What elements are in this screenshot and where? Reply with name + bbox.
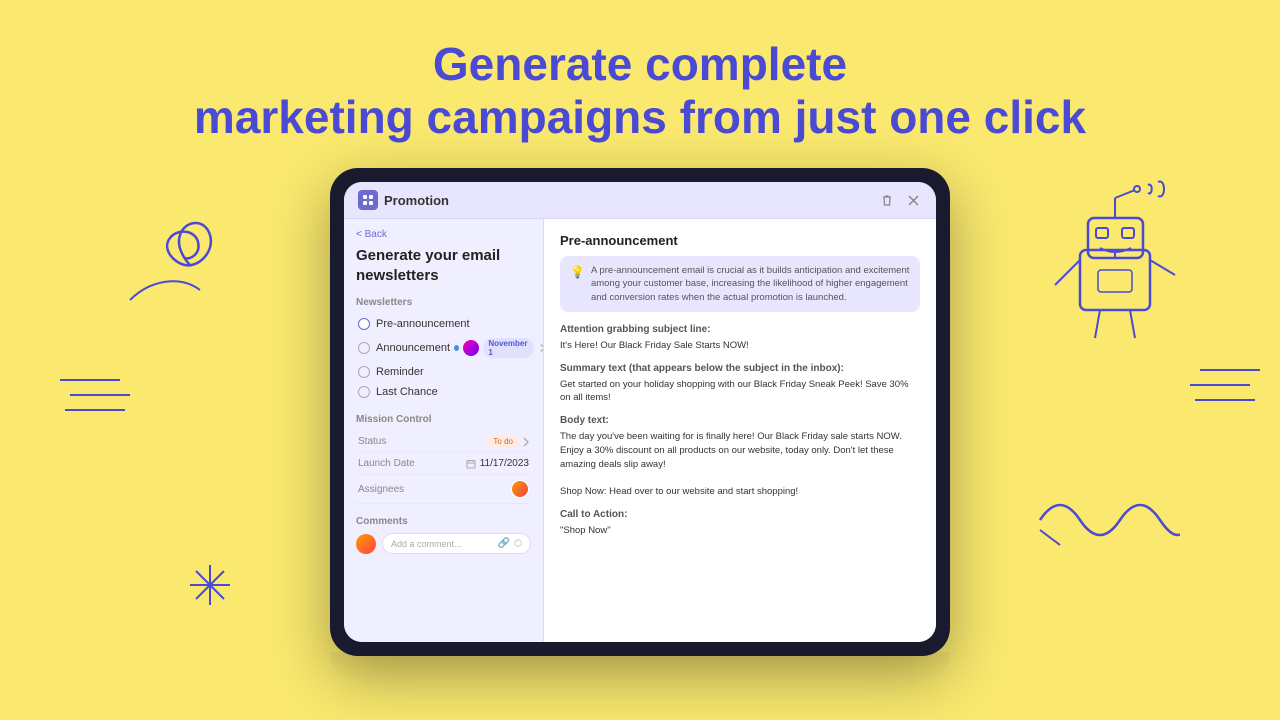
comments-label: Comments	[356, 516, 531, 527]
left-panel: < Back Generate your email newsletters N…	[344, 219, 544, 642]
field-label-3: Call to Action:	[560, 509, 920, 520]
doodle-star	[185, 560, 235, 615]
mission-control-section: Mission Control Status To do Launch Date	[356, 414, 531, 504]
field-label-0: Attention grabbing subject line:	[560, 324, 920, 335]
comment-placeholder: Add a comment...	[391, 539, 462, 549]
tablet-reflection	[330, 652, 950, 682]
right-panel: Pre-announcement 💡 A pre-announcement em…	[544, 219, 936, 642]
info-box: 💡 A pre-announcement email is crucial as…	[560, 256, 920, 312]
mission-row-status: Status To do	[356, 431, 531, 453]
field-value-2: The day you've been waiting for is final…	[560, 430, 920, 499]
app-header: Promotion	[344, 182, 936, 219]
app-header-left: Promotion	[358, 190, 449, 210]
comment-input-row: Add a comment... 🔗 ⬡	[356, 533, 531, 554]
newsletter-name-last-chance: Last Chance	[376, 386, 438, 398]
mission-row-launch-date: Launch Date 11/17/2023	[356, 453, 531, 475]
status-label: Status	[358, 436, 386, 447]
tablet-frame: Promotion	[330, 168, 950, 682]
hero-title-line2: marketing campaigns from just one click	[0, 91, 1280, 144]
comments-section: Comments Add a comment... 🔗 ⬡	[356, 516, 531, 554]
dot-badge	[454, 345, 459, 351]
field-cta: Call to Action: "Shop Now"	[560, 509, 920, 538]
status-value[interactable]: To do	[487, 436, 529, 447]
radio-announcement[interactable]	[358, 342, 370, 354]
doodle-spiral	[120, 200, 260, 335]
back-link[interactable]: < Back	[356, 229, 531, 240]
newsletter-name-announcement: Announcement	[376, 342, 450, 354]
assignee-avatar	[511, 480, 529, 498]
launch-date-text: 11/17/2023	[480, 458, 529, 469]
comment-input-field[interactable]: Add a comment... 🔗 ⬡	[382, 533, 531, 554]
app-body: < Back Generate your email newsletters N…	[344, 219, 936, 642]
field-subject-line: Attention grabbing subject line: It's He…	[560, 324, 920, 353]
launch-date-value: 11/17/2023	[466, 458, 529, 469]
avatar-announcement	[463, 340, 479, 356]
field-value-1: Get started on your holiday shopping wit…	[560, 378, 920, 406]
mission-section-label: Mission Control	[356, 414, 531, 425]
hero-section: Generate complete marketing campaigns fr…	[0, 0, 1280, 144]
doodle-right-lines	[1180, 360, 1260, 425]
mission-row-assignees: Assignees	[356, 475, 531, 504]
announcement-row: Announcement November 1	[376, 338, 544, 358]
todo-badge: To do	[487, 436, 519, 447]
right-panel-title: Pre-announcement	[560, 233, 920, 248]
date-tag: November 1	[483, 338, 534, 358]
comment-actions: 🔗 ⬡	[498, 538, 522, 549]
close-icon[interactable]	[904, 191, 922, 209]
newsletters-section-label: Newsletters	[356, 297, 531, 308]
field-label-2: Body text:	[560, 415, 920, 426]
radio-last-chance[interactable]	[358, 386, 370, 398]
header-actions	[878, 191, 922, 209]
radio-pre-announcement[interactable]	[358, 318, 370, 330]
mention-icon[interactable]: ⬡	[514, 538, 522, 549]
doodle-robot	[1040, 180, 1200, 365]
link-icon[interactable]: 🔗	[498, 538, 510, 549]
radio-reminder[interactable]	[358, 366, 370, 378]
newsletter-item-reminder[interactable]: Reminder	[356, 362, 531, 382]
newsletter-name-reminder: Reminder	[376, 366, 424, 378]
field-label-1: Summary text (that appears below the sub…	[560, 363, 920, 374]
newsletter-item-pre-announcement[interactable]: Pre-announcement	[356, 314, 531, 334]
app-logo	[358, 190, 378, 210]
app-title: Promotion	[384, 193, 449, 208]
doodle-left-lines	[60, 370, 140, 435]
info-icon: 💡	[570, 265, 585, 304]
field-value-3: "Shop Now"	[560, 524, 920, 538]
info-text: A pre-announcement email is crucial as i…	[591, 264, 910, 304]
trash-icon[interactable]	[878, 191, 896, 209]
field-body-text: Body text: The day you've been waiting f…	[560, 415, 920, 499]
hero-title-line1: Generate complete	[0, 38, 1280, 91]
newsletter-item-last-chance[interactable]: Last Chance	[356, 382, 531, 402]
assignees-value	[511, 480, 529, 498]
launch-date-label: Launch Date	[358, 458, 415, 469]
field-summary-text: Summary text (that appears below the sub…	[560, 363, 920, 406]
doodle-wave	[1030, 480, 1180, 565]
newsletter-name-pre-announcement: Pre-announcement	[376, 318, 470, 330]
commenter-avatar	[356, 534, 376, 554]
panel-title: Generate your email newsletters	[356, 246, 531, 285]
field-value-0: It's Here! Our Black Friday Sale Starts …	[560, 339, 920, 353]
assignees-label: Assignees	[358, 484, 404, 495]
newsletter-item-announcement[interactable]: Announcement November 1	[356, 334, 531, 362]
